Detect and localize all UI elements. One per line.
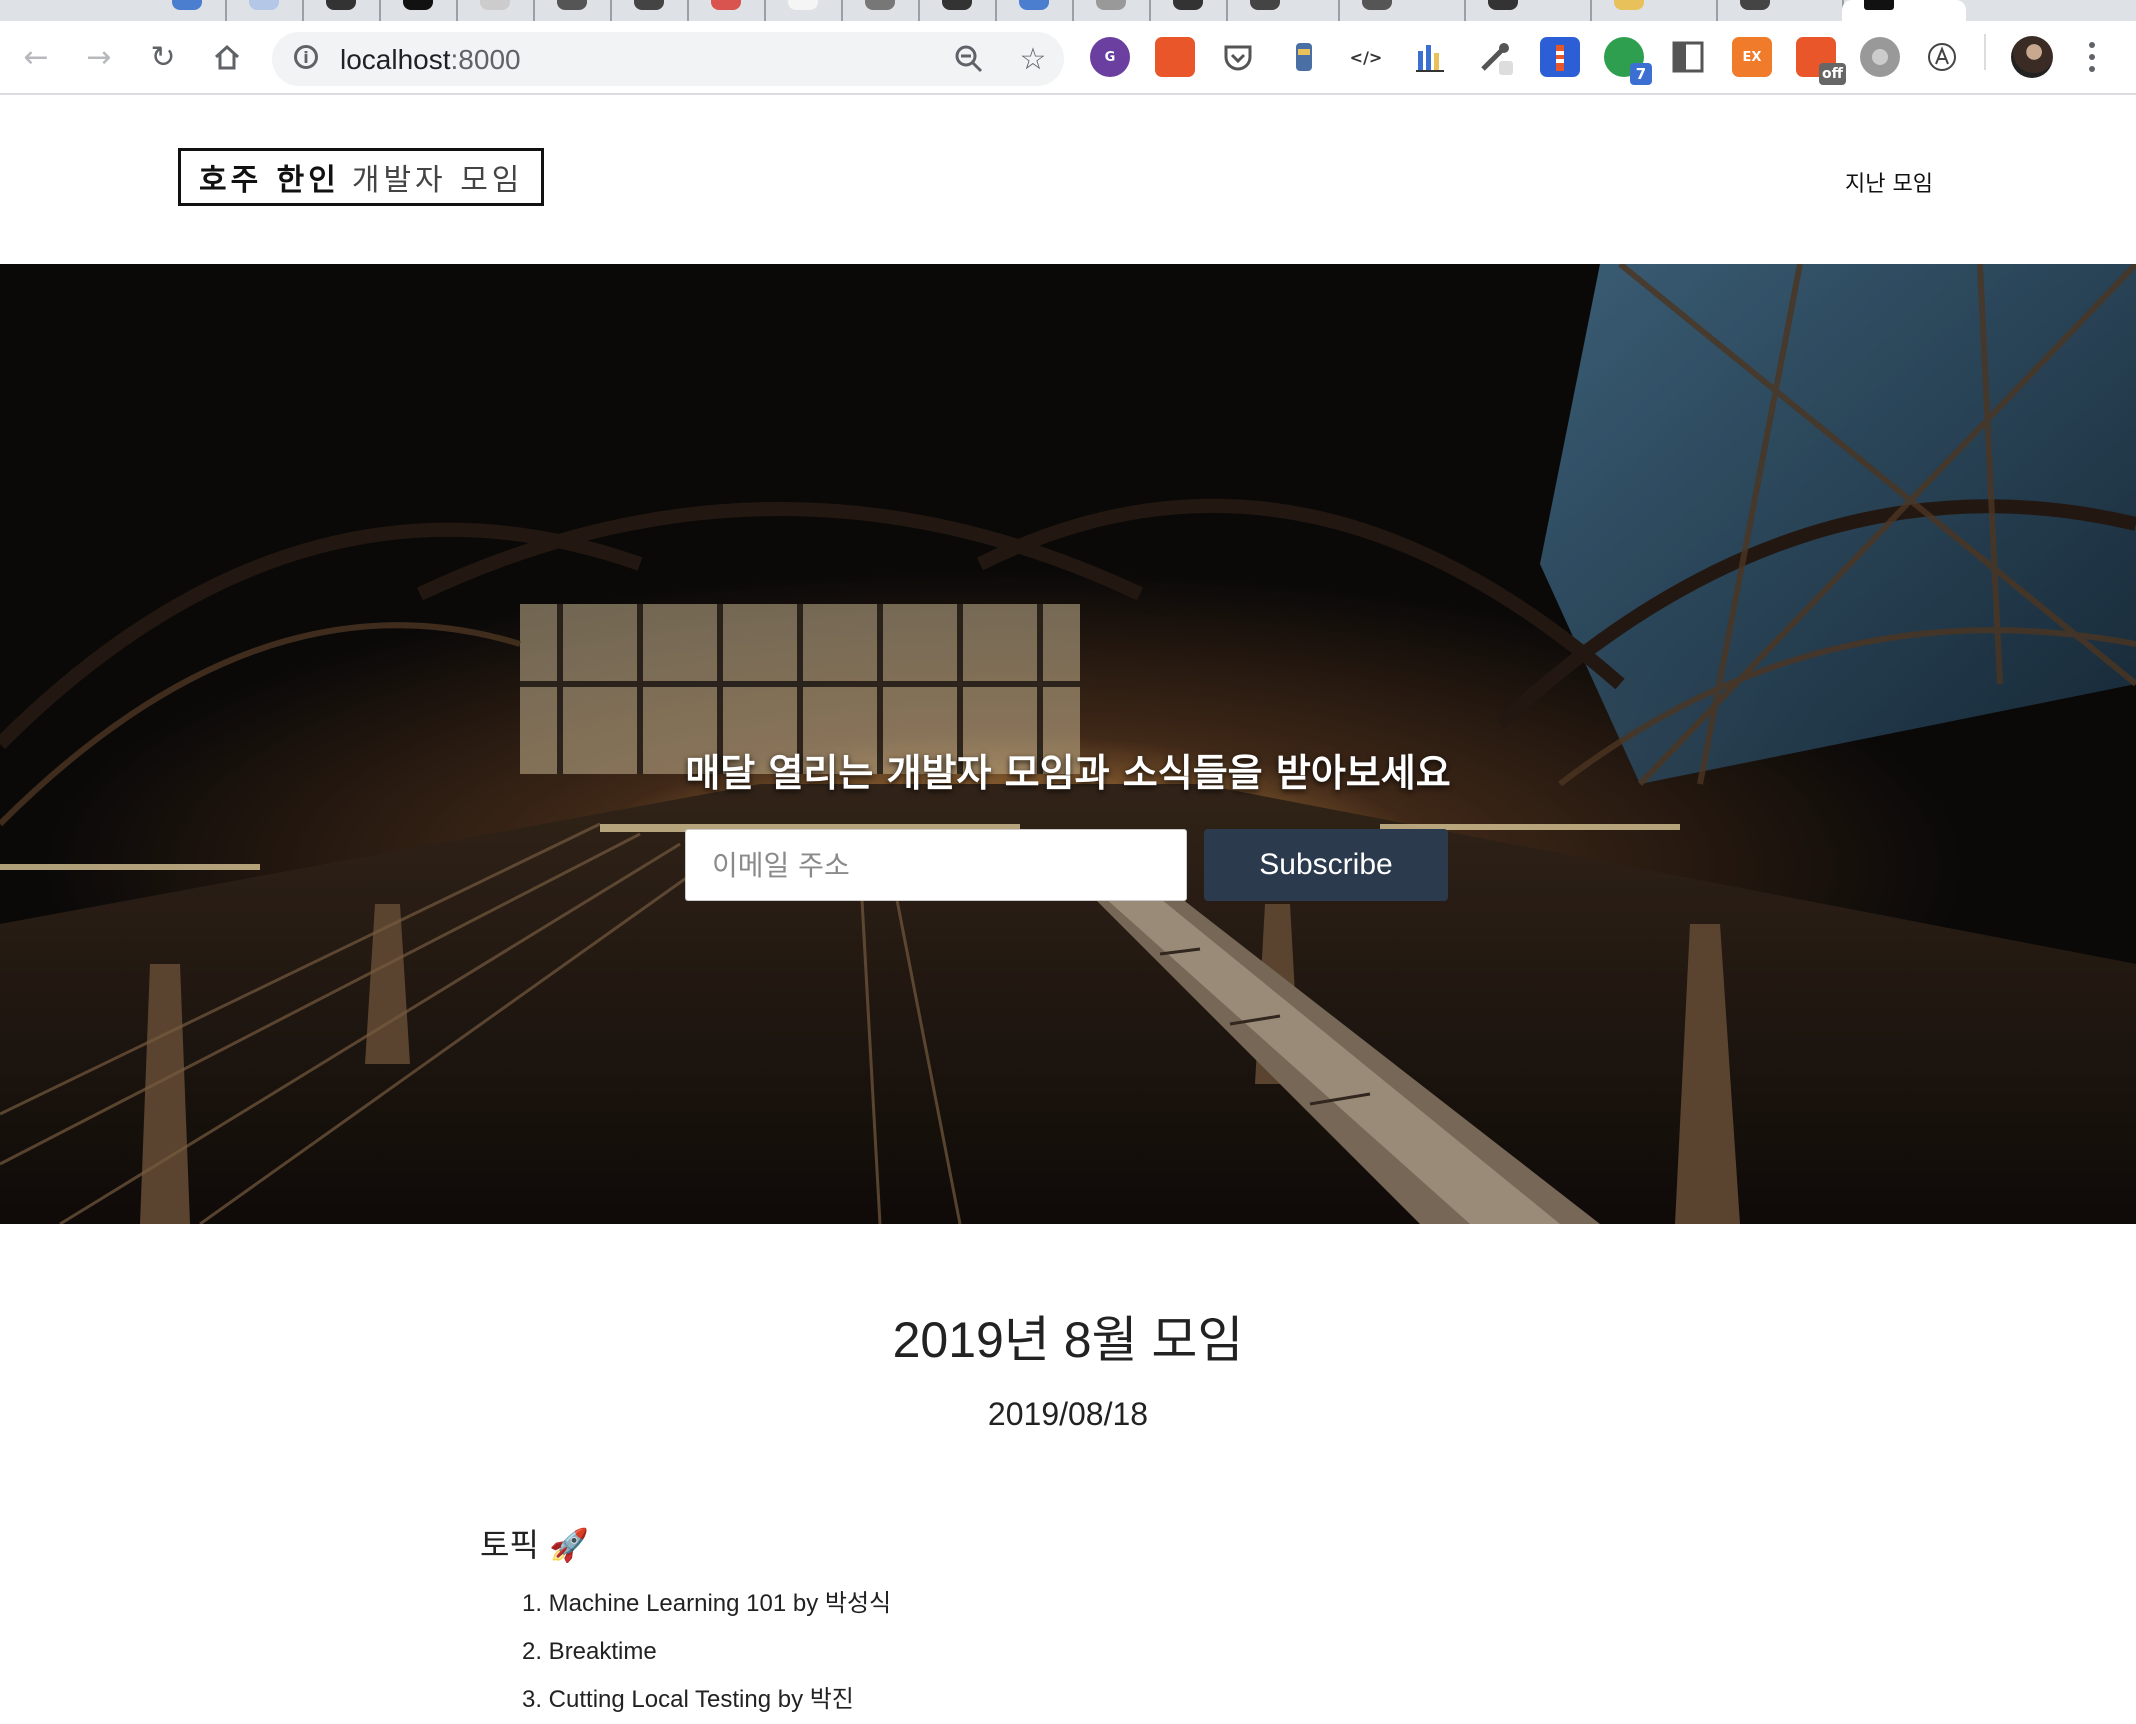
browser-tab[interactable] <box>920 0 997 21</box>
back-arrow-icon[interactable]: ← <box>14 35 58 79</box>
profile-avatar[interactable] <box>2011 36 2053 78</box>
extension-count-badge: 7 <box>1630 63 1652 85</box>
browser-tab[interactable] <box>535 0 612 21</box>
color-picker-icon[interactable] <box>1475 37 1515 77</box>
forward-arrow-icon[interactable]: → <box>77 35 121 79</box>
lighthouse-extension-icon[interactable] <box>1540 37 1580 77</box>
subscribe-button[interactable]: Subscribe <box>1204 829 1448 901</box>
reload-icon[interactable]: ↻ <box>141 35 185 79</box>
translate-extension-icon[interactable] <box>1922 37 1962 77</box>
tab-favicon-icon <box>1250 0 1280 10</box>
list-item: 3. Cutting Local Testing by 박진 <box>522 1686 854 1713</box>
green-extension-icon[interactable]: 7 <box>1604 37 1652 85</box>
subscribe-form: Subscribe <box>685 829 1448 901</box>
browser-toolbar: ← → ↻ i localhost:8000 ☆ G </> 7 EX off <box>0 21 2136 95</box>
tab-favicon-icon <box>634 0 664 10</box>
tab-favicon-icon <box>865 0 895 10</box>
browser-tab[interactable] <box>843 0 920 21</box>
tab-favicon-icon <box>1096 0 1126 10</box>
browser-tab[interactable] <box>1074 0 1151 21</box>
tab-favicon-icon <box>1488 0 1518 10</box>
home-icon[interactable] <box>205 35 249 79</box>
storage-extension-icon[interactable] <box>1284 37 1324 77</box>
code-glyph: </> <box>1349 47 1383 67</box>
browser-tab[interactable] <box>1718 0 1844 21</box>
tab-favicon-icon <box>1362 0 1392 10</box>
browser-tab[interactable] <box>227 0 304 21</box>
topics-heading: 토픽 🚀 <box>480 1526 589 1564</box>
tab-favicon-icon <box>249 0 279 10</box>
hero-banner: 매달 열리는 개발자 모임과 소식들을 받아보세요 Subscribe <box>0 264 2136 1224</box>
tab-favicon-icon <box>1019 0 1049 10</box>
list-item: 2. Breaktime <box>522 1638 657 1665</box>
tab-favicon-icon <box>711 0 741 10</box>
tab-favicon-icon <box>942 0 972 10</box>
ex-label: EX <box>1742 49 1762 65</box>
browser-tab[interactable] <box>458 0 535 21</box>
tab-favicon-icon <box>403 0 433 10</box>
topics-list: 1. Machine Learning 101 by 박성식 2. Breakt… <box>522 1580 891 1724</box>
email-input[interactable] <box>685 829 1187 901</box>
url-port: :8000 <box>450 44 521 75</box>
browser-tab[interactable] <box>304 0 381 21</box>
list-item: 1. Machine Learning 101 by 박성식 <box>522 1590 892 1617</box>
browser-tab[interactable] <box>150 0 227 21</box>
gatsby-glyph: G <box>1104 49 1116 65</box>
tab-strip <box>0 0 2136 21</box>
site-info-icon[interactable]: i <box>294 45 318 69</box>
off-extension-icon[interactable]: off <box>1796 37 1846 85</box>
nav-past-meetups-link[interactable]: 지난 모임 <box>1845 166 1933 198</box>
toolbar-divider <box>1984 34 1986 70</box>
browser-tab[interactable] <box>381 0 458 21</box>
pocket-extension-icon[interactable] <box>1218 37 1258 77</box>
tab-favicon-icon <box>1173 0 1203 10</box>
address-bar[interactable]: i localhost:8000 ☆ <box>272 32 1064 86</box>
browser-tab[interactable] <box>1592 0 1718 21</box>
logo-strong-text: 호주 한인 <box>199 163 340 198</box>
tab-favicon-icon <box>480 0 510 10</box>
bookmark-star-icon[interactable]: ☆ <box>1014 40 1052 78</box>
browser-tab[interactable] <box>1968 0 2136 21</box>
zoom-out-icon[interactable] <box>950 40 988 78</box>
browser-tab[interactable] <box>1466 0 1592 21</box>
layout-extension-icon[interactable] <box>1668 37 1708 77</box>
hero-headline: 매달 열리는 개발자 모임과 소식들을 받아보세요 <box>685 751 1451 795</box>
ex-extension-icon[interactable]: EX <box>1732 37 1772 77</box>
chart-extension-icon[interactable] <box>1410 37 1450 77</box>
site-header: 호주 한인 개발자 모임 지난 모임 <box>0 96 2136 264</box>
site-logo[interactable]: 호주 한인 개발자 모임 <box>178 148 545 206</box>
tab-favicon-icon <box>1864 0 1894 10</box>
address-url[interactable]: localhost:8000 <box>340 44 521 76</box>
tab-favicon-icon <box>172 0 202 10</box>
browser-tab[interactable] <box>1228 0 1340 21</box>
logo-light-text: 개발자 모임 <box>351 163 524 198</box>
browser-tab[interactable] <box>1340 0 1466 21</box>
todoist-extension-icon[interactable] <box>1155 37 1195 77</box>
browser-tab[interactable] <box>997 0 1074 21</box>
tab-favicon-icon <box>1614 0 1644 10</box>
code-extension-icon[interactable]: </> <box>1346 37 1386 77</box>
gray-circle-extension-icon[interactable] <box>1860 37 1900 77</box>
tab-favicon-icon <box>326 0 356 10</box>
tab-favicon-icon <box>1740 0 1770 10</box>
browser-tab[interactable] <box>1151 0 1228 21</box>
url-host: localhost <box>340 44 451 75</box>
tab-favicon-icon <box>557 0 587 10</box>
browser-menu-icon[interactable] <box>2082 34 2102 80</box>
active-browser-tab[interactable] <box>1842 0 1966 21</box>
event-date: 2019/08/18 <box>987 1396 1149 1432</box>
off-badge: off <box>1819 63 1846 85</box>
event-title: 2019년 8월 모임 <box>892 1312 1244 1368</box>
browser-tab[interactable] <box>612 0 689 21</box>
gatsby-extension-icon[interactable]: G <box>1090 37 1130 77</box>
browser-tab[interactable] <box>766 0 843 21</box>
browser-tab[interactable] <box>689 0 766 21</box>
tab-favicon-icon <box>788 0 818 10</box>
